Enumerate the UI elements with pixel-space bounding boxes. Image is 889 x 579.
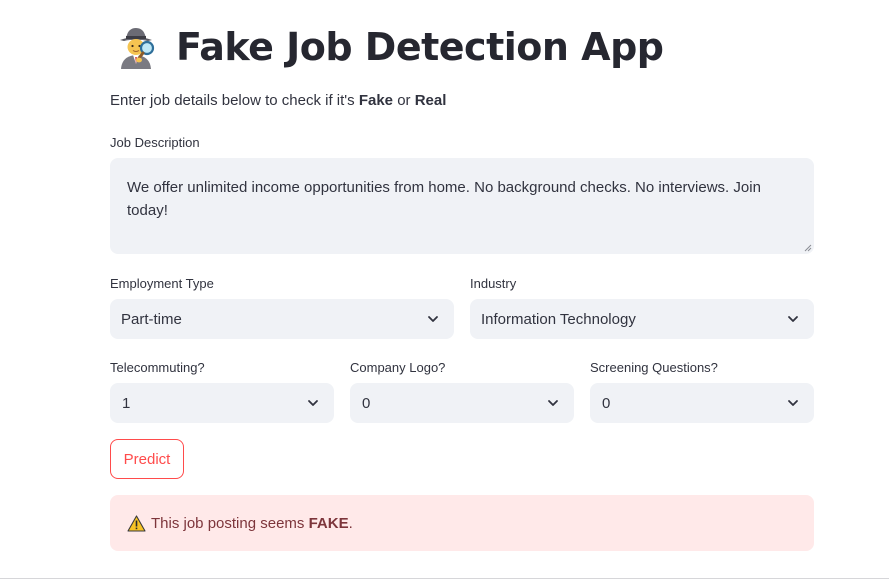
telecommuting-value: 1 <box>122 394 131 412</box>
intro-text: Enter job details below to check if it's… <box>110 92 446 109</box>
app-page: Fake Job Detection App Enter job details… <box>0 0 889 579</box>
result-text: This job posting seems FAKE. <box>151 515 353 532</box>
industry-value: Information Technology <box>481 310 636 328</box>
telecommuting-select[interactable]: 1 <box>110 383 334 423</box>
page-header: Fake Job Detection App <box>110 22 664 72</box>
employment-type-select[interactable]: Part-time <box>110 299 454 339</box>
result-suffix: . <box>348 514 353 532</box>
employment-type-value: Part-time <box>121 310 182 328</box>
company-logo-value: 0 <box>362 394 371 412</box>
job-description-textarea[interactable]: We offer unlimited income opportunities … <box>110 158 814 254</box>
chevron-down-icon <box>788 400 798 406</box>
warning-icon <box>127 514 146 532</box>
chevron-down-icon <box>548 400 558 406</box>
industry-label: Industry <box>470 276 517 291</box>
chevron-down-icon <box>428 316 438 322</box>
company-logo-label: Company Logo? <box>350 360 446 375</box>
predict-button-label: Predict <box>123 450 171 468</box>
telecommuting-label: Telecommuting? <box>110 360 205 375</box>
screening-questions-value: 0 <box>602 394 611 412</box>
screening-questions-label: Screening Questions? <box>590 360 718 375</box>
intro-or: or <box>393 92 415 109</box>
result-alert: This job posting seems FAKE. <box>110 495 814 551</box>
job-description-label: Job Description <box>110 135 200 150</box>
detective-emoji-icon <box>120 28 155 69</box>
company-logo-select[interactable]: 0 <box>350 383 574 423</box>
intro-prefix: Enter job details below to check if it's <box>110 92 359 109</box>
result-verdict: FAKE <box>308 514 349 532</box>
chevron-down-icon <box>788 316 798 322</box>
resize-grip-icon[interactable] <box>804 244 812 252</box>
screening-questions-select[interactable]: 0 <box>590 383 814 423</box>
predict-button[interactable]: Predict <box>110 439 184 479</box>
employment-type-label: Employment Type <box>110 276 214 291</box>
page-title: Fake Job Detection App <box>176 25 664 69</box>
chevron-down-icon <box>308 400 318 406</box>
job-description-value: We offer unlimited income opportunities … <box>127 179 761 219</box>
result-prefix: This job posting seems <box>151 514 309 532</box>
intro-fake: Fake <box>358 92 394 109</box>
intro-real: Real <box>414 92 447 109</box>
industry-select[interactable]: Information Technology <box>470 299 814 339</box>
